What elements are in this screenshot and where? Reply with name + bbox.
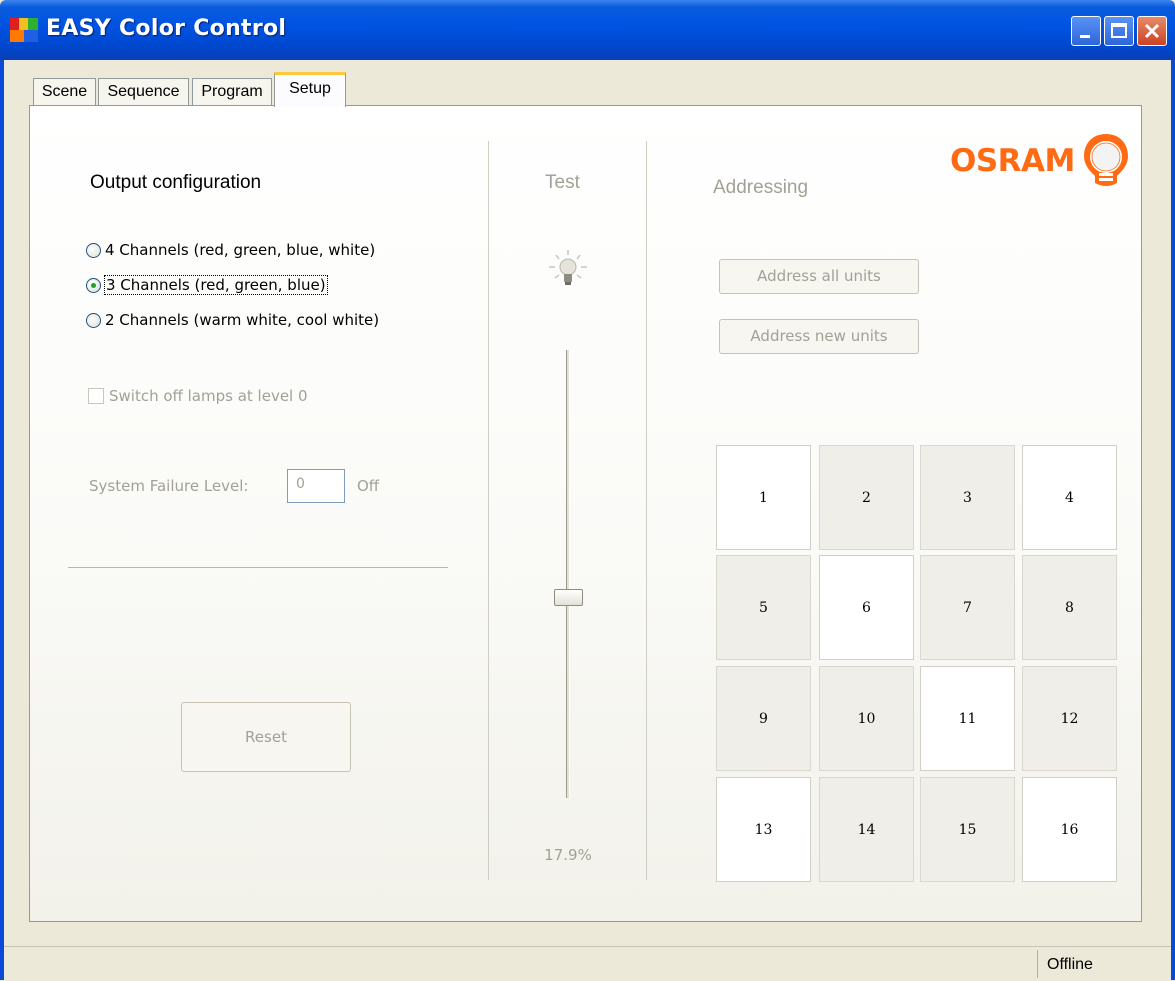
unit-cell[interactable]: 14 (819, 777, 914, 882)
radio-4-channels[interactable]: 4 Channels (red, green, blue, white) (86, 238, 375, 262)
level-slider-track[interactable] (566, 350, 570, 798)
radio-2-channels[interactable]: 2 Channels (warm white, cool white) (86, 308, 379, 332)
system-failure-label: System Failure Level: (89, 477, 249, 495)
unit-cell[interactable]: 9 (716, 666, 811, 771)
divider-right (646, 141, 647, 880)
unit-cell[interactable]: 7 (920, 555, 1015, 660)
unit-cell[interactable]: 2 (819, 445, 914, 550)
light-bulb-icon[interactable] (546, 248, 590, 290)
switch-off-lamps-checkbox[interactable]: Switch off lamps at level 0 (88, 387, 308, 405)
radio-button[interactable] (86, 312, 101, 328)
system-failure-input[interactable]: 0 (287, 469, 345, 503)
addressing-title: Addressing (713, 177, 809, 198)
osram-bulb-icon (1084, 134, 1128, 186)
divider-left (488, 141, 489, 880)
close-button[interactable] (1137, 16, 1167, 46)
level-slider-thumb[interactable] (554, 589, 583, 606)
unit-cell[interactable]: 11 (920, 666, 1015, 771)
unit-cell[interactable]: 1 (716, 445, 811, 550)
unit-cell[interactable]: 10 (819, 666, 914, 771)
address-new-units-button[interactable]: Address new units (719, 319, 919, 354)
app-icon (10, 18, 38, 42)
maximize-icon (1111, 23, 1127, 38)
status-text: Offline (1047, 956, 1093, 973)
unit-cell[interactable]: 15 (920, 777, 1015, 882)
maximize-button[interactable] (1104, 16, 1134, 46)
unit-cell[interactable]: 5 (716, 555, 811, 660)
checkbox[interactable] (88, 388, 104, 404)
level-percent: 17.9% (544, 846, 592, 864)
unit-cell[interactable]: 12 (1022, 666, 1117, 771)
radio-label: 2 Channels (warm white, cool white) (105, 311, 380, 329)
reset-button[interactable]: Reset (181, 702, 351, 772)
tab-program[interactable]: Program (192, 78, 272, 105)
system-failure-unit: Off (357, 477, 380, 495)
output-config-title: Output configuration (90, 172, 262, 193)
radio-label: 3 Channels (red, green, blue) (104, 275, 328, 295)
tab-scene[interactable]: Scene (33, 78, 96, 105)
radio-button[interactable] (86, 277, 101, 293)
unit-cell[interactable]: 4 (1022, 445, 1117, 550)
window-title: EASY Color Control (46, 16, 287, 41)
divider-horizontal (68, 567, 448, 568)
unit-cell[interactable]: 3 (920, 445, 1015, 550)
minimize-icon (1080, 35, 1090, 38)
radio-3-channels[interactable]: 3 Channels (red, green, blue) (86, 273, 328, 297)
window-frame-right (1171, 60, 1175, 980)
unit-cell[interactable]: 8 (1022, 555, 1117, 660)
minimize-button[interactable] (1071, 16, 1101, 46)
status-separator (1037, 950, 1038, 978)
osram-logo-text: OSRAM (950, 143, 1075, 179)
radio-label: 4 Channels (red, green, blue, white) (105, 241, 376, 259)
tab-sequence[interactable]: Sequence (98, 78, 189, 105)
close-icon (1144, 23, 1160, 39)
tab-setup[interactable]: Setup (274, 72, 346, 107)
status-bar (4, 946, 1171, 981)
unit-cell[interactable]: 16 (1022, 777, 1117, 882)
window-frame-left (0, 60, 4, 980)
test-title: Test (545, 172, 580, 193)
checkbox-label: Switch off lamps at level 0 (109, 387, 308, 405)
title-bar[interactable]: EASY Color Control (0, 0, 1175, 60)
osram-logo: OSRAM (950, 129, 1135, 191)
radio-button[interactable] (86, 242, 101, 258)
unit-cell[interactable]: 6 (819, 555, 914, 660)
address-all-units-button[interactable]: Address all units (719, 259, 919, 294)
unit-cell[interactable]: 13 (716, 777, 811, 882)
